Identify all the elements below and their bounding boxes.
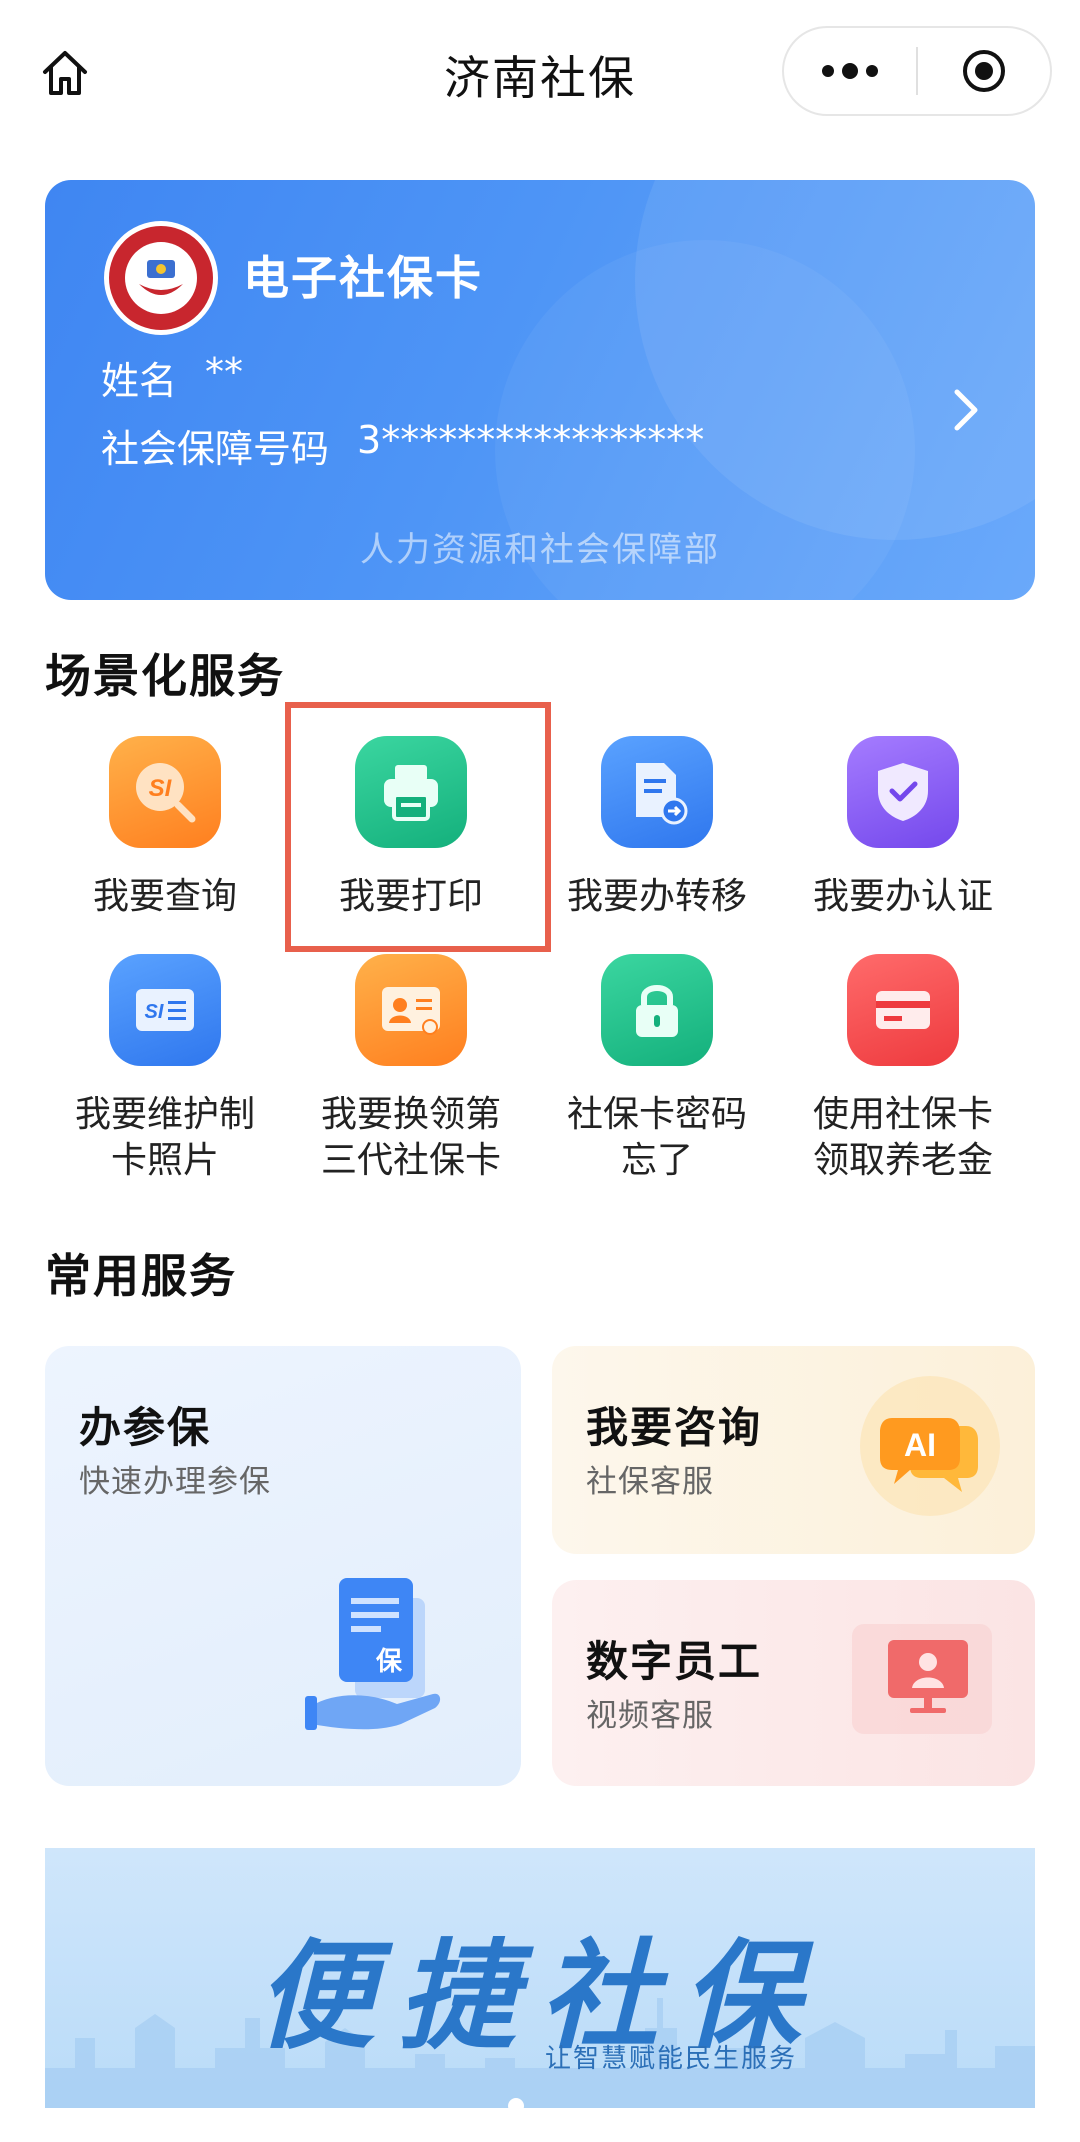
enroll-insurance-tile[interactable]: 办参保 快速办理参保 保 — [45, 1346, 521, 1786]
card-issuer: 人力资源和社会保障部 — [360, 530, 720, 570]
tile-subtitle: 快速办理参保 — [79, 1464, 271, 1500]
more-dots-icon[interactable] — [784, 28, 916, 114]
tile-subtitle: 视频客服 — [586, 1698, 714, 1734]
navigation-bar: 济南社保 — [0, 0, 1080, 150]
id-label: 社会保障号码 — [101, 427, 330, 471]
chevron-right-icon[interactable] — [935, 380, 995, 440]
shield-check-icon — [847, 736, 959, 848]
consult-tile[interactable]: 我要咨询 社保客服 AI — [552, 1346, 1035, 1554]
lock-icon — [601, 954, 713, 1066]
document-transfer-icon — [601, 736, 713, 848]
digital-staff-tile[interactable]: 数字员工 视频客服 — [552, 1580, 1035, 1786]
service-label: 我要换领第 三代社保卡 — [320, 1094, 501, 1181]
print-highlight-box — [285, 702, 551, 952]
target-close-icon[interactable] — [918, 28, 1050, 114]
svg-text:SI: SI — [145, 1001, 164, 1023]
social-security-card-logo — [101, 218, 221, 338]
bank-card-icon — [847, 954, 959, 1066]
svg-text:SI: SI — [149, 775, 173, 802]
mini-program-capsule — [782, 26, 1052, 116]
service-label: 我要维护制 卡照片 — [74, 1094, 255, 1181]
card-id-row: 社会保障号码 3***************** — [101, 418, 704, 473]
service-third-gen-card[interactable]: 我要换领第 三代社保卡 — [288, 954, 534, 1184]
video-service-icon — [852, 1620, 1002, 1740]
si-card-icon: SI — [109, 954, 221, 1066]
banner-title: 便捷社保 — [255, 1926, 824, 2065]
banner-pagination-dot[interactable] — [508, 2098, 524, 2114]
service-label: 社保卡密码 忘了 — [566, 1094, 747, 1181]
banner-subtitle: 让智慧赋能民生服务 — [545, 2044, 798, 2074]
electronic-social-security-card[interactable]: 电子社保卡 姓名 ** 社会保障号码 3***************** 人力… — [45, 180, 1035, 600]
service-card-photo[interactable]: SI 我要维护制 卡照片 — [42, 954, 288, 1184]
service-label: 我要查询 — [92, 876, 237, 917]
query-icon: SI — [109, 736, 221, 848]
tile-title: 办参保 — [79, 1403, 212, 1452]
id-card-icon — [355, 954, 467, 1066]
common-services-title: 常用服务 — [45, 1249, 237, 1303]
card-name-row: 姓名 ** — [101, 350, 243, 405]
service-label: 我要办转移 — [566, 876, 747, 917]
ai-badge-text: AI — [904, 1427, 936, 1463]
service-transfer[interactable]: 我要办转移 — [534, 736, 780, 920]
tile-title: 我要咨询 — [586, 1403, 763, 1452]
card-title: 电子社保卡 — [243, 251, 483, 305]
service-label: 使用社保卡 领取养老金 — [812, 1094, 993, 1181]
service-query[interactable]: SI 我要查询 — [42, 736, 288, 920]
tile-title: 数字员工 — [586, 1637, 763, 1686]
tile-subtitle: 社保客服 — [586, 1464, 714, 1500]
name-label: 姓名 — [101, 359, 178, 403]
id-value: 3***************** — [357, 418, 705, 462]
convenient-social-security-banner[interactable]: 便捷社保 让智慧赋能民生服务 — [45, 1848, 1035, 2108]
name-value: ** — [205, 350, 244, 394]
insurance-document-icon: 保 — [305, 1568, 445, 1738]
scene-services-title: 场景化服务 — [45, 649, 285, 703]
service-forgot-password[interactable]: 社保卡密码 忘了 — [534, 954, 780, 1184]
service-label: 我要办认证 — [812, 876, 993, 917]
service-certify[interactable]: 我要办认证 — [780, 736, 1026, 920]
ai-chat-icon: AI — [850, 1374, 1010, 1524]
insurance-badge-char: 保 — [375, 1647, 403, 1677]
service-pension[interactable]: 使用社保卡 领取养老金 — [780, 954, 1026, 1184]
